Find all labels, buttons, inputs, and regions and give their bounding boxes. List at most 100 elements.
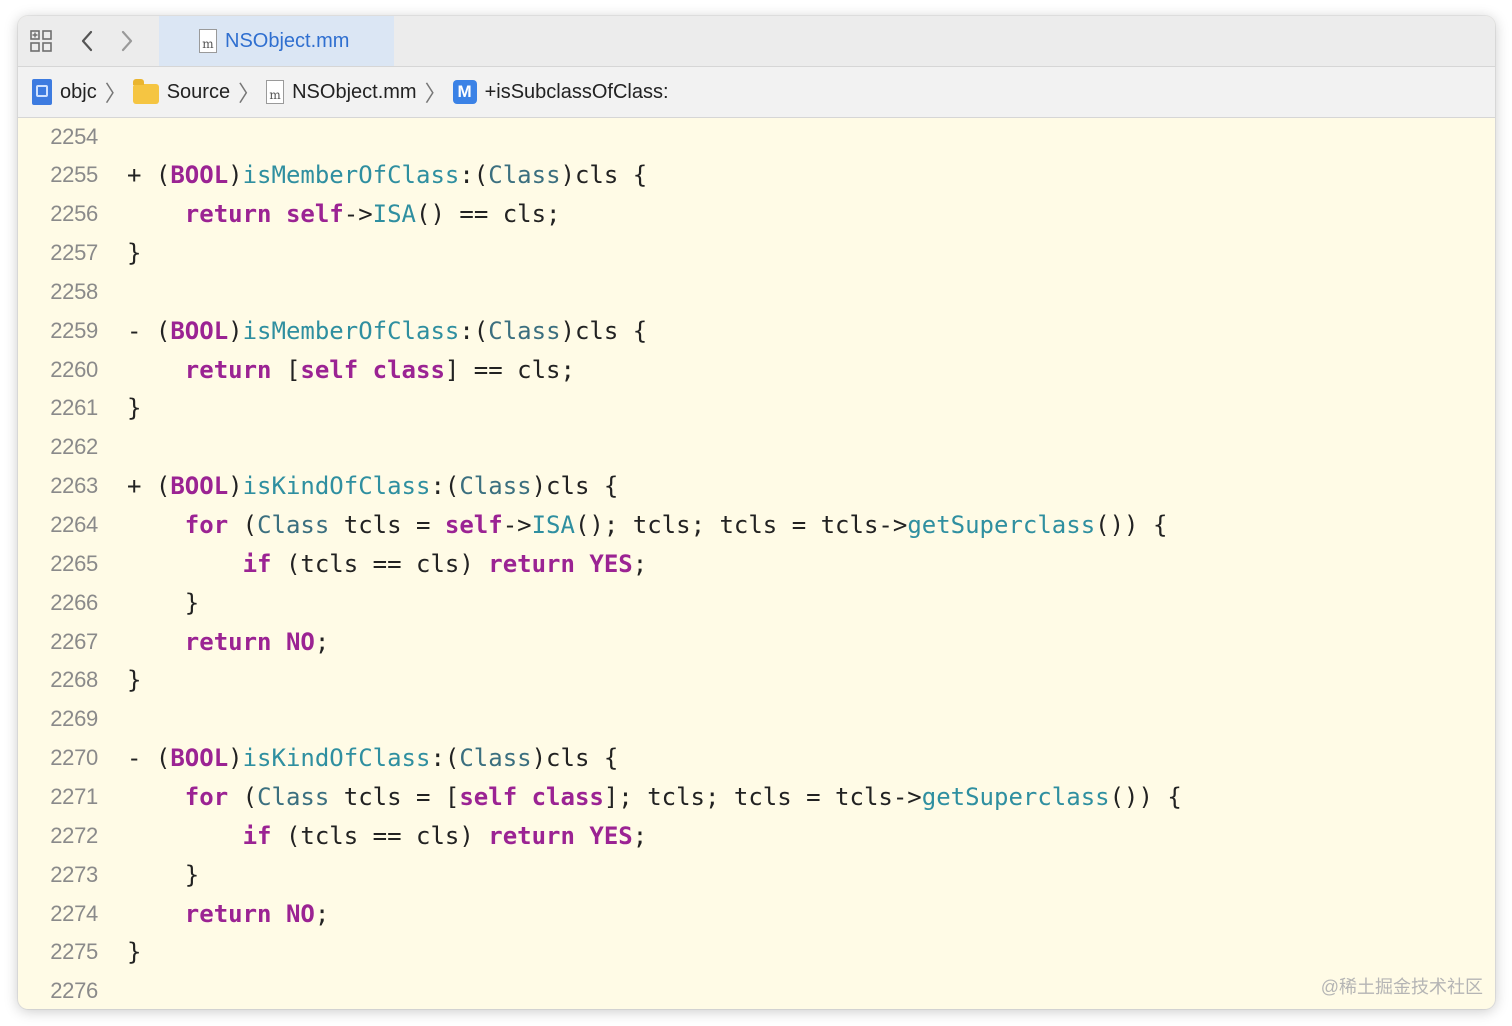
breadcrumb-item-nsobject-mm[interactable]: m NSObject.mm	[266, 80, 417, 104]
breadcrumb-separator: 〉	[424, 81, 447, 106]
code-token: Class	[257, 511, 330, 539]
code-token: Class	[488, 161, 561, 190]
code-token: return	[488, 549, 575, 578]
code-text: + (BOOL)isKindOfClass:(Class)cls {	[127, 472, 618, 500]
code-token: )	[228, 744, 243, 773]
code-line[interactable]: 2261}	[18, 389, 1495, 428]
code-line[interactable]: 2269	[18, 700, 1495, 739]
code-token: (	[228, 782, 258, 811]
code-token: )	[228, 316, 243, 345]
code-token: + (	[127, 161, 171, 190]
code-token: :(	[459, 316, 489, 345]
code-line[interactable]: 2267 return NO;	[18, 622, 1495, 661]
code-line[interactable]: 2268}	[18, 661, 1495, 700]
code-line[interactable]: 2274 return NO;	[18, 894, 1495, 933]
line-number: 2264	[50, 512, 98, 537]
code-line[interactable]: 2276	[18, 972, 1495, 1009]
code-line[interactable]: 2271 for (Class tcls = [self class]; tcl…	[18, 777, 1495, 816]
code-token: return	[184, 355, 272, 384]
code-text: for (Class tcls = [self class]; tcls; tc…	[127, 783, 1182, 811]
code-token: return	[184, 200, 272, 229]
line-number: 2254	[50, 123, 98, 149]
line-number: 2274	[50, 900, 98, 926]
line-number: 2265	[50, 550, 98, 576]
code-token: }	[127, 860, 200, 889]
code-token: ]; tcls; tcls = tcls->	[603, 782, 922, 811]
code-token: - (	[127, 744, 171, 773]
tab-nsobject-mm[interactable]: m NSObject.mm	[159, 16, 394, 66]
code-line[interactable]: 2256 return self->ISA() == cls;	[18, 195, 1495, 234]
code-token: :(	[430, 472, 460, 501]
code-line[interactable]: 2255 + (BOOL)isMemberOfClass:(Class)cls {	[18, 156, 1495, 195]
code-text: return [self class] == cls;	[127, 356, 575, 384]
code-token: ISA	[372, 200, 417, 229]
code-text: for (Class tcls = self->ISA(); tcls; tcl…	[127, 511, 1168, 539]
line-number: 2261	[50, 395, 98, 421]
code-token: }	[127, 394, 142, 423]
code-token: BOOL	[170, 161, 229, 190]
code-line[interactable]: 2264 for (Class tcls = self->ISA(); tcls…	[18, 506, 1495, 545]
code-line[interactable]: 2263 + (BOOL)isKindOfClass:(Class)cls {	[18, 467, 1495, 506]
code-text: return NO;	[127, 627, 330, 656]
code-token: ;	[314, 627, 330, 656]
code-line[interactable]: 2266 }	[18, 583, 1495, 622]
line-number: 2267	[50, 628, 98, 654]
code-token: tcls =	[329, 511, 445, 539]
code-line[interactable]: 2275}	[18, 933, 1495, 972]
line-number: 2256	[50, 201, 98, 227]
breadcrumb-item-objc[interactable]: objc	[32, 79, 97, 105]
code-token: ] == cls;	[444, 355, 575, 384]
breadcrumb-item-method[interactable]: M +isSubclassOfClass:	[452, 80, 669, 104]
code-line[interactable]: 2257}	[18, 234, 1495, 273]
code-token: ()) {	[1095, 511, 1168, 539]
code-token: (	[228, 511, 258, 539]
breadcrumb-item-source[interactable]: Source	[132, 79, 230, 104]
code-token: self	[285, 200, 344, 229]
code-token: Class	[459, 744, 532, 773]
line-number: 2273	[50, 861, 98, 887]
code-line[interactable]: 2273 }	[18, 855, 1495, 894]
line-number: 2270	[50, 745, 98, 771]
code-text: - (BOOL)isKindOfClass:(Class)cls {	[127, 744, 618, 772]
code-line[interactable]: 2272 if (tcls == cls) return YES;	[18, 816, 1495, 855]
code-line[interactable]: 2270 - (BOOL)isKindOfClass:(Class)cls {	[18, 739, 1495, 778]
code-token: :(	[430, 744, 460, 773]
code-text: }	[127, 589, 199, 617]
code-token: isKindOfClass	[242, 472, 431, 501]
code-token: )	[228, 161, 243, 190]
forward-chevron-icon[interactable]	[116, 26, 138, 56]
code-token: getSuperclass	[907, 511, 1096, 539]
code-token: Class	[257, 782, 330, 811]
code-token: (); tcls; tcls = tcls->	[574, 511, 908, 539]
code-line[interactable]: 2259 - (BOOL)isMemberOfClass:(Class)cls {	[18, 311, 1495, 350]
code-line[interactable]: 2254	[18, 117, 1495, 156]
source-editor[interactable]: 2254 2255 + (BOOL)isMemberOfClass:(Class)c…	[18, 118, 1495, 1009]
line-number: 2260	[50, 356, 98, 382]
objc-file-icon: m	[266, 80, 285, 104]
code-token: ISA	[531, 511, 575, 539]
code-text: - (BOOL)isMemberOfClass:(Class)cls {	[127, 317, 647, 345]
related-items-grid-icon[interactable]	[28, 26, 54, 56]
code-text: }	[127, 394, 141, 422]
code-line[interactable]: 2258	[18, 272, 1495, 311]
code-token: if	[242, 549, 272, 578]
code-token: BOOL	[170, 472, 229, 501]
code-token: class	[531, 782, 604, 811]
breadcrumb-separator: 〉	[238, 81, 261, 106]
line-number: 2258	[50, 278, 98, 304]
code-line[interactable]: 2260 return [self class] == cls;	[18, 350, 1495, 389]
breadcrumb-separator: 〉	[104, 81, 127, 106]
method-icon: M	[452, 80, 477, 104]
back-chevron-icon[interactable]	[76, 26, 98, 56]
code-line[interactable]: 2265 if (tcls == cls) return YES;	[18, 544, 1495, 583]
line-number: 2269	[50, 706, 98, 732]
code-token: ->	[502, 511, 532, 539]
code-token: BOOL	[170, 744, 229, 773]
code-line[interactable]: 2262	[18, 428, 1495, 467]
